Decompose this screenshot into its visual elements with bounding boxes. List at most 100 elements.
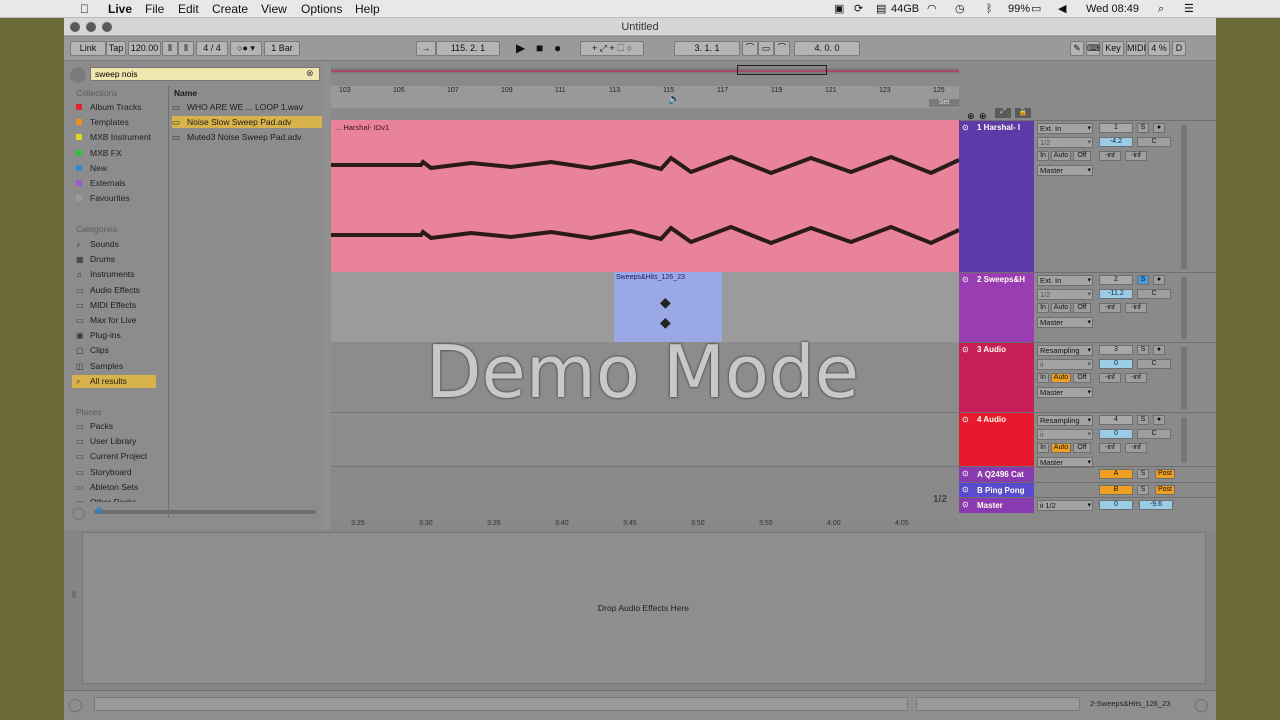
loop-start-field[interactable]: 3. 1. 1	[674, 41, 740, 56]
lock-icon[interactable]: 🔒	[1015, 108, 1031, 118]
solo-button[interactable]: S	[1137, 275, 1149, 285]
return-letter[interactable]: B	[1099, 484, 1133, 495]
collection-item[interactable]: Album Tracks	[76, 101, 142, 113]
send-b-field[interactable]: -inf	[1125, 373, 1147, 383]
monitor-off-button[interactable]: Off	[1073, 151, 1091, 161]
track-number[interactable]: 2	[1099, 275, 1133, 285]
file-item[interactable]: ▭ Muted3 Noise Sweep Pad.adv	[172, 131, 322, 143]
input-channel-menu[interactable]: ii	[1037, 429, 1093, 440]
menu-options[interactable]: Options	[301, 1, 342, 17]
category-midi-effects[interactable]: ▭ MIDI Effects	[76, 299, 136, 312]
time-machine-icon[interactable]: ◷	[955, 1, 965, 17]
tap-button[interactable]: Tap	[106, 41, 126, 56]
menu-view[interactable]: View	[261, 1, 287, 17]
wifi-icon[interactable]: ◠	[927, 1, 937, 17]
volume-icon[interactable]: ◀	[1058, 1, 1066, 17]
clock[interactable]: Wed 08:49	[1086, 1, 1139, 17]
link-button[interactable]: Link	[70, 41, 106, 56]
collection-item[interactable]: Templates	[76, 116, 129, 128]
return-letter[interactable]: A	[1099, 469, 1133, 479]
apple-icon[interactable]: 	[80, 1, 89, 17]
zoom-button[interactable]	[102, 22, 112, 32]
monitor-auto-button[interactable]: Auto	[1051, 303, 1071, 313]
place-storyboard[interactable]: ▭ Storyboard	[76, 466, 132, 479]
menu-file[interactable]: File	[145, 1, 164, 17]
arm-button[interactable]: ●	[1153, 123, 1165, 133]
track-fold-icon[interactable]: ⊙	[962, 415, 969, 424]
track-fold-icon[interactable]: ⊙	[962, 345, 969, 354]
send-b-field[interactable]: -inf	[1125, 303, 1147, 313]
monitor-in-button[interactable]: In	[1037, 373, 1049, 383]
category-samples[interactable]: ◫ Samples	[76, 360, 123, 373]
category-all-results[interactable]: ⌕ All results	[72, 374, 156, 388]
file-item[interactable]: ▭ Noise Slow Sweep Pad.adv	[172, 116, 322, 129]
volume-field[interactable]: 0	[1099, 429, 1133, 439]
track-fold-icon[interactable]: ⊙	[962, 123, 969, 132]
collection-item[interactable]: Externals	[76, 177, 125, 189]
play-button[interactable]: ▶	[516, 40, 525, 57]
send-a-field[interactable]: -inf	[1099, 373, 1121, 383]
track-header[interactable]: ⊙4 AudioResamplingiiInAutoOffMaster4S●0C…	[959, 412, 1216, 468]
input-type-menu[interactable]: Resampling	[1037, 345, 1093, 356]
pan-field[interactable]: C	[1137, 429, 1171, 439]
follow-button[interactable]: →	[416, 41, 436, 56]
menu-create[interactable]: Create	[212, 1, 248, 17]
place-ableton-sets[interactable]: ▭ Ableton Sets	[76, 481, 138, 494]
track-number[interactable]: 3	[1099, 345, 1133, 355]
output-menu[interactable]: Master	[1037, 165, 1093, 176]
pan-field[interactable]: C	[1137, 289, 1171, 299]
return-title[interactable]: ⊙ B Ping Pong	[959, 482, 1034, 498]
info-view-icon[interactable]: ◯	[68, 697, 83, 713]
menu-extras-icon[interactable]: ☰	[1184, 1, 1194, 17]
master-number[interactable]: 0	[1099, 500, 1133, 510]
track-header[interactable]: ⊙ 2 Sweeps&H Ext. In 1/2 InAutoOff Master 2S ● -…	[959, 272, 1216, 343]
monitor-auto-button[interactable]: Auto	[1051, 151, 1071, 161]
search-input[interactable]: sweep nois	[90, 67, 320, 81]
computer-midi-keyboard-icon[interactable]: ⌨	[1086, 41, 1100, 56]
device-drop-area[interactable]: Drop Audio Effects Here	[82, 532, 1206, 684]
collection-item[interactable]: Favourites	[76, 192, 130, 204]
place-other-packs[interactable]: ▭ Other Packs	[76, 496, 137, 502]
menu-edit[interactable]: Edit	[178, 1, 199, 17]
place-user-library[interactable]: ▭ User Library	[76, 435, 136, 448]
set-locator-button[interactable]: Set	[929, 99, 959, 107]
return-track-header[interactable]: ⊙ Master ii 1/2 0 -9.6	[959, 497, 1216, 513]
collection-item[interactable]: New	[76, 162, 107, 174]
clear-search-icon[interactable]: ⊗	[306, 68, 314, 79]
arm-button[interactable]: ●	[1153, 275, 1165, 285]
track-title[interactable]: ⊙ 2 Sweeps&H	[959, 273, 1034, 343]
beat-ruler[interactable]	[331, 86, 959, 108]
return-title[interactable]: ⊙ A Q2496 Cat	[959, 467, 1034, 482]
camera-icon[interactable]: ▣	[834, 1, 844, 17]
pan-field[interactable]: C	[1137, 137, 1171, 147]
send-a-field[interactable]: -inf	[1099, 151, 1121, 161]
monitor-off-button[interactable]: Off	[1073, 303, 1091, 313]
key-map-button[interactable]: Key	[1102, 41, 1124, 56]
nudge-down-button[interactable]: ⦀	[162, 41, 178, 56]
midi-map-button[interactable]: MIDI	[1126, 41, 1146, 56]
send-b-field[interactable]: -inf	[1125, 151, 1147, 161]
input-channel-menu[interactable]: 1/2	[1037, 289, 1093, 300]
category-instruments[interactable]: ♫ Instruments	[76, 268, 134, 281]
groove-pool-icon[interactable]: ◯	[72, 506, 85, 520]
monitor-auto-button[interactable]: Auto	[1051, 373, 1071, 383]
audio-clip-harshal[interactable]: ... Harshal- IDv1	[331, 120, 959, 272]
return-track-header[interactable]: ⊙ A Q2496 Cat A S Post	[959, 466, 1216, 482]
time-signature-field[interactable]: 4 / 4	[196, 41, 228, 56]
stop-button[interactable]: ■	[536, 40, 543, 57]
song-position-field[interactable]: 115. 2. 1	[436, 41, 500, 56]
input-channel-menu[interactable]: 1/2	[1037, 137, 1093, 148]
name-column-header[interactable]: Name	[174, 88, 197, 98]
arm-button[interactable]: ●	[1153, 345, 1165, 355]
overview-viewport[interactable]	[737, 65, 827, 75]
preview-icon[interactable]: ◉	[95, 505, 103, 516]
loop-length-field[interactable]: 4. 0. 0	[794, 41, 860, 56]
resize-icon[interactable]: ⤢	[995, 108, 1011, 118]
search-icon[interactable]: ⌕	[1158, 1, 1164, 17]
memory-icon[interactable]: ▤	[876, 1, 886, 17]
input-channel-menu[interactable]: ii	[1037, 359, 1093, 370]
arm-button[interactable]: ●	[1153, 415, 1165, 425]
master-volume-field[interactable]: -9.6	[1139, 500, 1173, 510]
return-track-header[interactable]: ⊙ B Ping Pong B S Post	[959, 481, 1216, 498]
solo-button[interactable]: S	[1137, 484, 1149, 495]
